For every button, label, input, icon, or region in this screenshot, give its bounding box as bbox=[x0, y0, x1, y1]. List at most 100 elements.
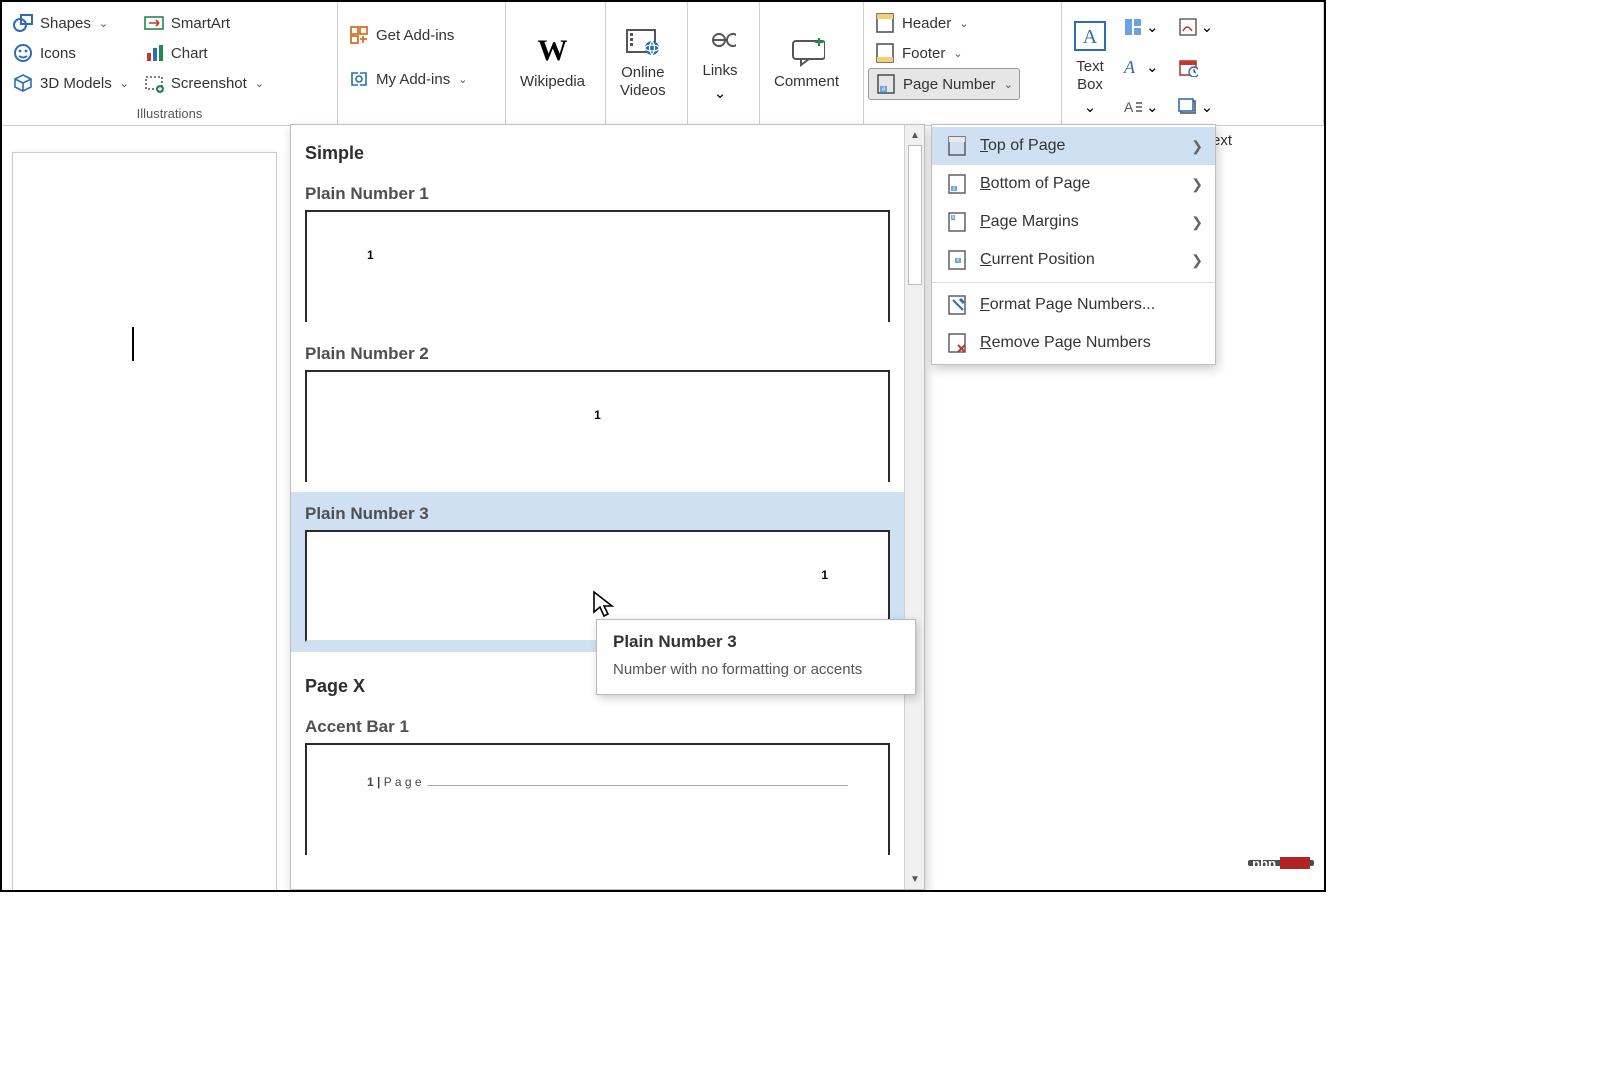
shapes-button[interactable]: Shapes ⌄ bbox=[6, 8, 135, 38]
object-icon bbox=[1177, 96, 1199, 118]
menu-page-margins[interactable]: # Page Margins ❯ bbox=[932, 203, 1215, 241]
preview-number: 1 bbox=[821, 568, 828, 582]
video-icon bbox=[625, 24, 661, 60]
accent-line bbox=[427, 785, 848, 786]
object-button[interactable]: ⌄ bbox=[1173, 88, 1218, 126]
icons-button[interactable]: Icons bbox=[6, 38, 135, 68]
chevron-down-icon: ⌄ bbox=[714, 84, 727, 102]
watermark-badge: php bbox=[1248, 860, 1314, 866]
gallery-item-title: Plain Number 2 bbox=[291, 332, 904, 370]
icons-icon bbox=[12, 42, 34, 64]
footer-label: Footer bbox=[902, 45, 945, 62]
date-time-button[interactable] bbox=[1173, 48, 1218, 86]
tooltip: Plain Number 3 Number with no formatting… bbox=[596, 619, 916, 695]
tooltip-title: Plain Number 3 bbox=[613, 632, 899, 652]
icons-label: Icons bbox=[40, 45, 76, 62]
dropcap-button[interactable]: A⌄ bbox=[1118, 88, 1163, 126]
scroll-down-button[interactable]: ▼ bbox=[905, 869, 925, 889]
gallery-scrollbar[interactable]: ▲ ▼ bbox=[904, 125, 924, 889]
preview-number: 1 bbox=[594, 408, 601, 422]
screenshot-icon bbox=[143, 72, 165, 94]
chart-button[interactable]: Chart bbox=[137, 38, 270, 68]
my-addins-icon bbox=[348, 68, 370, 90]
chevron-down-icon: ⌄ bbox=[1201, 18, 1214, 36]
chevron-down-icon: ⌄ bbox=[458, 73, 467, 86]
gallery-item-accent1[interactable]: 1 | P a g e bbox=[291, 743, 904, 865]
shapes-icon bbox=[12, 12, 34, 34]
get-addins-button[interactable]: Get Add-ins bbox=[342, 20, 473, 50]
svg-text:A: A bbox=[1124, 99, 1134, 115]
page-number-button[interactable]: # Page Number ⌄ bbox=[868, 68, 1020, 100]
page-bottom-icon: # bbox=[946, 173, 968, 195]
online-videos-button[interactable]: Online Videos bbox=[610, 4, 676, 119]
screenshot-label: Screenshot bbox=[171, 75, 247, 92]
wordart-button[interactable]: A⌄ bbox=[1118, 48, 1163, 86]
text-box-icon: A bbox=[1072, 18, 1108, 54]
cube-icon bbox=[12, 72, 34, 94]
comment-icon bbox=[789, 33, 825, 69]
menu-format-page-numbers[interactable]: Format Page Numbers... bbox=[932, 286, 1215, 324]
chevron-down-icon: ⌄ bbox=[1201, 98, 1214, 116]
3dmodels-label: 3D Models bbox=[40, 75, 112, 92]
footer-button[interactable]: Footer ⌄ bbox=[868, 38, 1020, 68]
wikipedia-icon: W bbox=[535, 33, 571, 69]
ribbon: Shapes ⌄ Icons 3D Models ⌄ bbox=[2, 2, 1324, 126]
page-number-icon: # bbox=[875, 73, 897, 95]
text-box-button[interactable]: A Text Box ⌄ bbox=[1066, 4, 1114, 130]
submenu-arrow-icon: ❯ bbox=[1191, 176, 1203, 193]
wordart-icon: A bbox=[1122, 56, 1144, 78]
shapes-label: Shapes bbox=[40, 15, 91, 32]
submenu-arrow-icon: ❯ bbox=[1191, 138, 1203, 155]
quick-parts-button[interactable]: ⌄ bbox=[1118, 8, 1163, 46]
links-label: Links bbox=[702, 62, 737, 80]
header-button[interactable]: Header ⌄ bbox=[868, 8, 1020, 38]
gallery-item-plain1[interactable]: 1 bbox=[291, 210, 904, 332]
gallery-item-plain2[interactable]: 1 bbox=[291, 370, 904, 492]
menu-bottom-of-page[interactable]: # Bottom of Page ❯ bbox=[932, 165, 1215, 203]
chart-label: Chart bbox=[171, 45, 208, 62]
svg-text:A: A bbox=[1123, 57, 1136, 77]
tooltip-body: Number with no formatting or accents bbox=[613, 660, 899, 680]
page-margins-icon: # bbox=[946, 211, 968, 233]
chevron-down-icon: ⌄ bbox=[1084, 98, 1097, 116]
preview-number: 1 bbox=[367, 248, 374, 262]
chart-icon bbox=[143, 42, 165, 64]
screenshot-button[interactable]: Screenshot ⌄ bbox=[137, 68, 270, 98]
date-icon bbox=[1177, 56, 1199, 78]
scroll-thumb[interactable] bbox=[908, 145, 922, 285]
gallery-item-title: Plain Number 1 bbox=[291, 172, 904, 210]
online-videos-label: Online Videos bbox=[620, 64, 666, 100]
wikipedia-button[interactable]: W Wikipedia bbox=[510, 4, 595, 119]
gallery-item-title: Accent Bar 1 bbox=[291, 705, 904, 743]
text-box-label: Text Box bbox=[1076, 58, 1104, 94]
smartart-button[interactable]: SmartArt bbox=[137, 8, 270, 38]
svg-text:#: # bbox=[957, 258, 960, 264]
svg-text:A: A bbox=[1083, 26, 1098, 48]
links-button[interactable]: Links ⌄ bbox=[692, 4, 748, 119]
footer-icon bbox=[874, 42, 896, 64]
submenu-arrow-icon: ❯ bbox=[1191, 214, 1203, 231]
gallery-item-title: Plain Number 3 bbox=[291, 492, 904, 530]
scroll-up-button[interactable]: ▲ bbox=[905, 125, 925, 145]
page-top-icon bbox=[946, 135, 968, 157]
my-addins-button[interactable]: My Add-ins ⌄ bbox=[342, 64, 473, 94]
svg-text:#: # bbox=[953, 187, 956, 193]
menu-top-of-page[interactable]: TTop of Pageop of Page ❯ bbox=[932, 127, 1215, 165]
comment-button[interactable]: Comment bbox=[764, 4, 849, 119]
chevron-down-icon: ⌄ bbox=[1146, 98, 1159, 116]
accent-preview-text: 1 | P a g e bbox=[367, 775, 422, 789]
illustrations-group-label: Illustrations bbox=[6, 104, 333, 125]
menu-remove-page-numbers[interactable]: Remove Page Numbers bbox=[932, 324, 1215, 362]
submenu-arrow-icon: ❯ bbox=[1191, 252, 1203, 269]
smartart-icon bbox=[143, 12, 165, 34]
chevron-down-icon: ⌄ bbox=[959, 17, 968, 30]
chevron-down-icon: ⌄ bbox=[1146, 58, 1159, 76]
remove-icon bbox=[946, 332, 968, 354]
chevron-down-icon: ⌄ bbox=[120, 77, 129, 90]
document-page[interactable] bbox=[12, 152, 277, 892]
dropcap-icon: A bbox=[1122, 96, 1144, 118]
get-addins-label: Get Add-ins bbox=[376, 27, 454, 44]
signature-button[interactable]: ⌄ bbox=[1173, 8, 1218, 46]
menu-current-position[interactable]: # Current Position ❯ bbox=[932, 241, 1215, 279]
3dmodels-button[interactable]: 3D Models ⌄ bbox=[6, 68, 135, 98]
